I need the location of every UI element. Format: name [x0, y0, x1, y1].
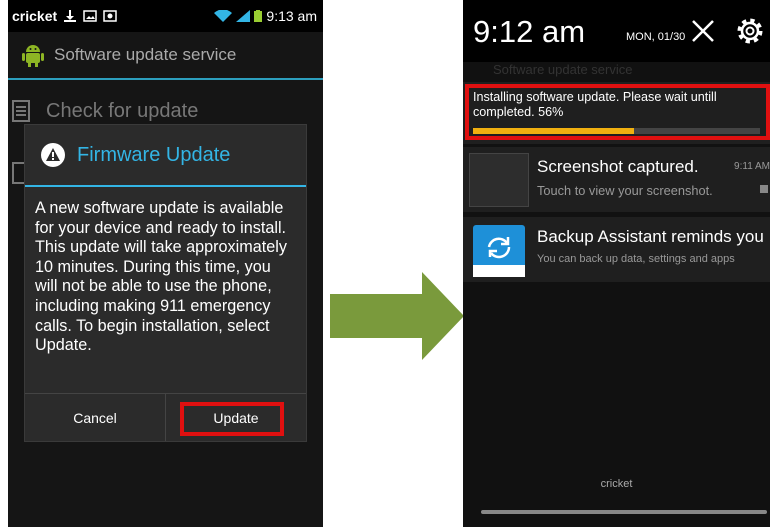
backup-notification[interactable]: Backup Assistant reminds you You can bac…	[463, 216, 770, 282]
image-icon	[83, 10, 97, 22]
dialog-message: A new software update is available for y…	[35, 199, 287, 355]
gear-icon[interactable]	[735, 16, 765, 46]
check-for-update-label: Check for update	[46, 100, 199, 122]
wifi-icon	[214, 10, 233, 22]
drag-handle[interactable]	[481, 510, 767, 514]
screenshot-icon	[103, 10, 117, 22]
app-bar: Software update service	[8, 32, 323, 80]
left-phone-screen: cricket 9:13 am Software update service …	[8, 0, 323, 527]
right-arrow-icon	[330, 272, 464, 360]
sync-icon	[473, 237, 525, 277]
right-phone-screen: 9:12 am MON, 01/30 Software update servi…	[463, 0, 770, 527]
warning-icon	[41, 143, 65, 167]
notification-title: Backup Assistant reminds you	[537, 227, 764, 246]
status-time: 9:13 am	[266, 8, 317, 24]
battery-icon	[254, 10, 263, 22]
android-icon	[22, 45, 44, 67]
carrier-footer: cricket	[600, 478, 633, 490]
progress-highlight-box	[465, 84, 770, 140]
screenshot-thumbnail	[469, 153, 529, 207]
notification-subtitle: You can back up data, settings and apps	[537, 253, 735, 265]
close-icon[interactable]	[690, 18, 716, 44]
dialog-buttons: Cancel Update	[25, 393, 306, 441]
dialog-title: Firmware Update	[77, 143, 231, 166]
notification-title: Screenshot captured.	[537, 157, 699, 176]
faded-notification: Software update service	[493, 62, 633, 77]
download-icon	[64, 10, 77, 22]
document-icon	[12, 100, 30, 122]
app-title: Software update service	[54, 45, 237, 64]
notification-subtitle: Touch to view your screenshot.	[537, 183, 713, 198]
status-bar: cricket 9:13 am	[8, 0, 323, 32]
header-date: MON, 01/30	[626, 31, 686, 43]
signal-icon	[236, 10, 251, 22]
notification-time: 9:11 AM	[734, 161, 770, 172]
header-time: 9:12 am	[473, 14, 586, 49]
update-highlight-box	[180, 402, 284, 436]
screenshot-notification[interactable]: Screenshot captured. Touch to view your …	[463, 146, 770, 212]
backup-icon	[473, 225, 525, 277]
firmware-update-dialog: Firmware Update A new software update is…	[24, 124, 307, 442]
image-icon	[760, 185, 768, 193]
dialog-title-bar: Firmware Update	[25, 125, 306, 187]
install-progress-notification[interactable]: Installing software update. Please wait …	[463, 82, 770, 144]
cancel-button[interactable]: Cancel	[25, 394, 165, 441]
notification-header: 9:12 am MON, 01/30	[463, 0, 770, 62]
update-button[interactable]: Update	[165, 394, 306, 441]
carrier-label: cricket	[12, 8, 58, 24]
